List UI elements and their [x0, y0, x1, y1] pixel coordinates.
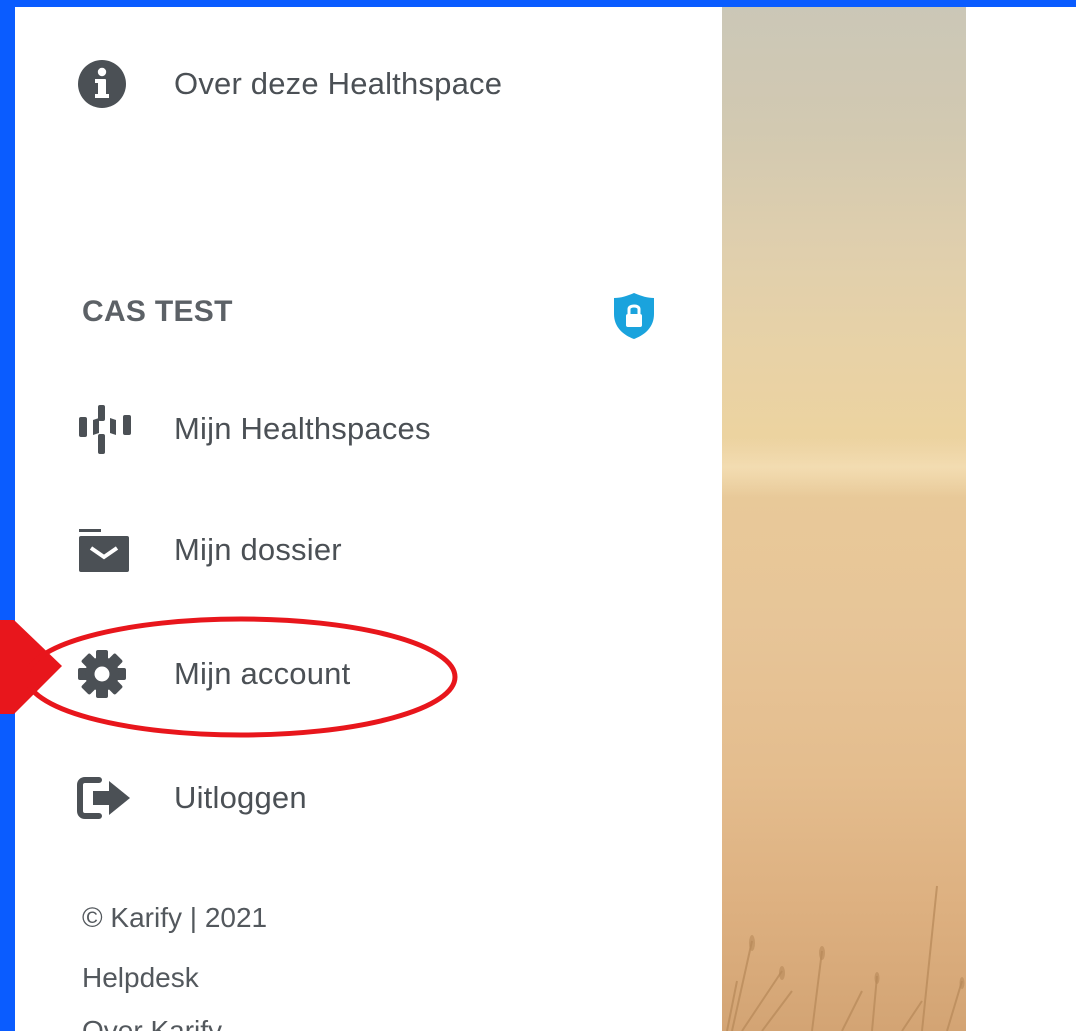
info-icon — [77, 60, 133, 108]
frame-border — [0, 0, 1076, 7]
folder-icon — [77, 526, 133, 574]
menu-item-label: Uitloggen — [174, 780, 307, 815]
content-area — [966, 7, 1076, 1031]
shield-lock-icon — [613, 292, 655, 340]
sidebar-menu: Over deze Healthspace CAS TEST Mijn Heal… — [15, 7, 722, 1031]
menu-item-label: Over deze Healthspace — [174, 66, 503, 101]
background-photo — [722, 7, 966, 1031]
menu-item-label: Mijn dossier — [174, 532, 342, 567]
menu-item-label: Mijn Healthspaces — [174, 411, 431, 446]
copyright-text: © Karify | 2021 — [82, 902, 268, 933]
menu-item-dossier[interactable]: Mijn dossier — [77, 526, 342, 574]
menu-item-about[interactable]: Over deze Healthspace — [77, 60, 502, 108]
horizon-haze — [722, 437, 966, 497]
red-highlight-ellipse — [24, 616, 458, 738]
menu-item-logout[interactable]: Uitloggen — [77, 774, 307, 822]
section-title: CAS TEST — [82, 295, 233, 328]
about-karify-link[interactable]: Over Karify — [82, 1015, 222, 1031]
helpdesk-link[interactable]: Helpdesk — [82, 962, 199, 994]
menu-item-healthspaces[interactable]: Mijn Healthspaces — [77, 405, 431, 454]
grass-silhouette — [726, 885, 965, 1031]
logout-icon — [77, 774, 133, 822]
healthspaces-icon — [77, 405, 133, 454]
